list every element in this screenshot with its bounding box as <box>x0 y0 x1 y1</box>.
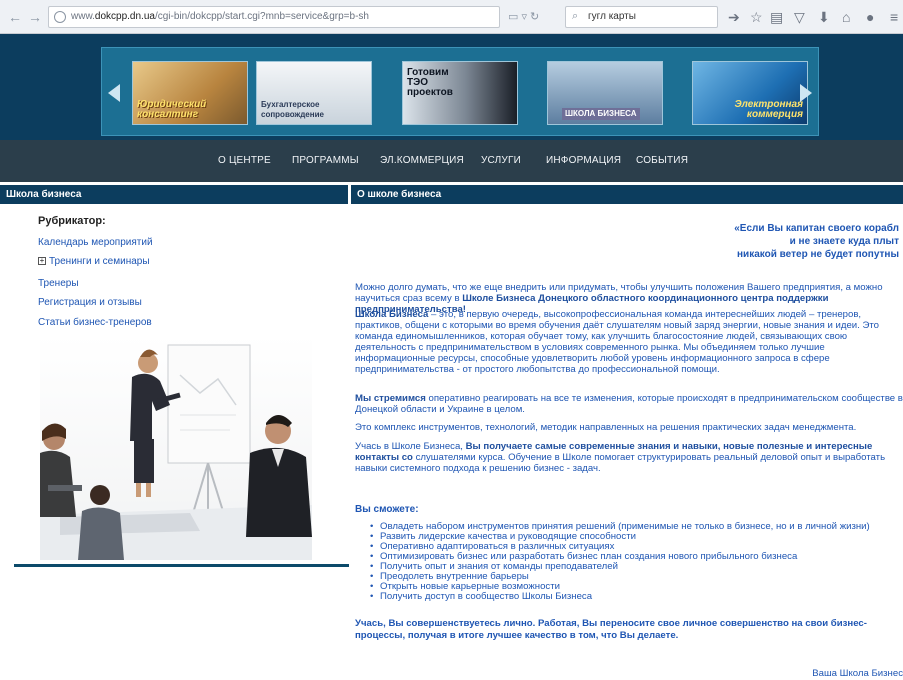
expand-plus-icon[interactable]: + <box>38 257 46 266</box>
search-box[interactable]: ⌕ гугл карты <box>565 6 718 28</box>
slide-accounting[interactable]: Бухгалтерское сопровождение <box>256 61 372 125</box>
star-icon[interactable]: ☆ <box>750 8 763 26</box>
photo-underline <box>14 564 349 567</box>
slide-business-school[interactable]: ШКОЛА БИЗНЕСА <box>547 61 663 125</box>
you-can-heading: Вы сможете: <box>355 504 419 515</box>
chat-icon[interactable]: ● <box>866 8 874 26</box>
training-illustration <box>40 344 312 560</box>
closing-statement: Учась, Вы совершенствуетесь лично. Работ… <box>355 618 867 641</box>
quote: «Если Вы капитан своего корабл и не знае… <box>734 223 899 260</box>
slider-prev-icon[interactable] <box>108 84 120 102</box>
slider-next-icon[interactable] <box>800 84 812 102</box>
slide-legal[interactable]: Юридический консалтинг <box>132 61 248 125</box>
menu-item-events[interactable]: СОБЫТИЯ <box>636 155 688 166</box>
menu-item-programs[interactable]: ПРОГРАММЫ <box>292 155 359 166</box>
tools-paragraph: Это комплекс инструментов, технологий, м… <box>355 422 857 433</box>
slide-ecommerce[interactable]: Электронная коммерция <box>692 61 808 125</box>
clipboard-icon[interactable]: ▤ <box>770 8 783 26</box>
url-text: www.dokcpp.dn.ua/cgi-bin/dokcpp/start.cg… <box>71 11 369 22</box>
download-icon[interactable]: ⬇ <box>818 8 830 26</box>
signature: Ваша Школа Бизнес <box>812 668 903 679</box>
menu-item-about[interactable]: О ЦЕНТРЕ <box>218 155 271 166</box>
rubric-trainings[interactable]: + Тренинги и семинары <box>38 256 150 267</box>
slide-feasibility[interactable]: Готовим ТЭО проектов <box>402 61 518 125</box>
right-section-title: О школе бизнеса <box>351 185 903 204</box>
rubric-registration[interactable]: Регистрация и отзывы <box>38 297 142 308</box>
globe-icon <box>54 11 66 23</box>
menu-icon[interactable]: ≡ <box>890 8 898 26</box>
back-arrow-icon[interactable]: ← <box>6 8 24 26</box>
forward-arrow-icon[interactable]: → <box>26 8 44 26</box>
search-input[interactable]: гугл карты <box>588 11 636 22</box>
benefits-list: Овладеть набором инструментов принятия р… <box>370 522 870 603</box>
business-training-photo <box>40 335 312 560</box>
pocket-icon[interactable]: ▽ <box>794 8 805 26</box>
banner-slider: Юридический консалтинг Бухгалтерское соп… <box>101 47 819 136</box>
left-section-title: Школа бизнеса <box>0 185 348 204</box>
rubric-articles[interactable]: Статьи бизнес-тренеров <box>38 317 152 328</box>
search-icon: ⌕ <box>572 10 579 22</box>
reader-refresh-icons[interactable]: ▭ ▿ ↻ <box>508 10 539 23</box>
menu-item-services[interactable]: УСЛУГИ <box>481 155 521 166</box>
rubricator-heading: Рубрикатор: <box>38 215 106 227</box>
learning-paragraph: Учась в Школе Бизнеса, Вы получаете самы… <box>355 441 886 474</box>
arrow-right-icon[interactable]: ➔ <box>728 8 740 26</box>
mission-paragraph: Мы стремимся оперативно реагировать на в… <box>355 393 903 415</box>
address-bar[interactable]: www.dokcpp.dn.ua/cgi-bin/dokcpp/start.cg… <box>48 6 500 28</box>
menu-item-ecommerce[interactable]: ЭЛ.КОММЕРЦИЯ <box>380 155 464 166</box>
menu-item-information[interactable]: ИНФОРМАЦИЯ <box>546 155 621 166</box>
home-icon[interactable]: ⌂ <box>842 8 850 26</box>
rubric-calendar[interactable]: Календарь мероприятий <box>38 237 153 248</box>
browser-toolbar: ← → www.dokcpp.dn.ua/cgi-bin/dokcpp/star… <box>0 0 903 34</box>
list-item: Получить доступ в сообщество Школы Бизне… <box>370 592 870 603</box>
main-menu: О ЦЕНТРЕ ПРОГРАММЫ ЭЛ.КОММЕРЦИЯ УСЛУГИ И… <box>0 140 903 182</box>
rubric-trainers[interactable]: Тренеры <box>38 278 79 289</box>
about-paragraph: Школа Бизнеса – это, в первую очередь, в… <box>355 309 879 375</box>
